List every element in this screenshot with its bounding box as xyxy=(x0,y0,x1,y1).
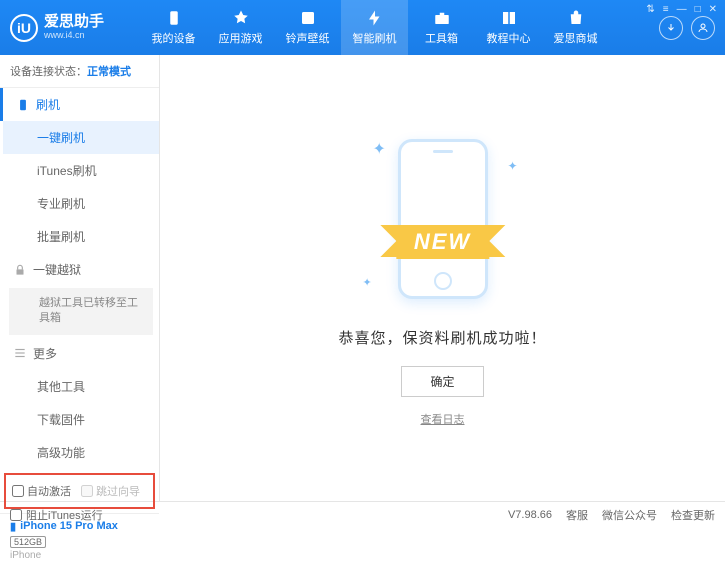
status-label: 设备连接状态： xyxy=(10,66,87,78)
nav-label: 工具箱 xyxy=(425,30,458,46)
main-content: ✦ ✦ ✦ NEW 恭喜您，保资料刷机成功啦！ 确定 查看日志 xyxy=(160,55,725,501)
nav-ringtone-wallpaper[interactable]: 铃声壁纸 xyxy=(274,0,341,55)
sidebar-item-pro-flash[interactable]: 专业刷机 xyxy=(3,187,159,220)
app-logo: iU 爱思助手 www.i4.cn xyxy=(10,14,140,42)
version-label: V7.98.66 xyxy=(508,509,552,521)
support-link[interactable]: 客服 xyxy=(566,507,588,523)
block-itunes-checkbox[interactable] xyxy=(10,509,22,521)
wechat-link[interactable]: 微信公众号 xyxy=(602,507,657,523)
block-itunes-option[interactable]: 阻止iTunes运行 xyxy=(10,507,103,523)
nav-label: 应用游戏 xyxy=(219,30,263,46)
menu-icon[interactable]: ≡ xyxy=(663,4,669,15)
nav-toolbox[interactable]: 工具箱 xyxy=(408,0,475,55)
sidebar-section-more[interactable]: 更多 xyxy=(3,337,159,370)
sidebar-item-oneclick-flash[interactable]: 一键刷机 xyxy=(3,121,159,154)
device-type: iPhone xyxy=(10,550,149,561)
sidebar-item-advanced[interactable]: 高级功能 xyxy=(3,436,159,469)
logo-badge-icon: iU xyxy=(10,14,38,42)
sidebar-item-other-tools[interactable]: 其他工具 xyxy=(3,370,159,403)
nav-smart-flash[interactable]: 智能刷机 xyxy=(341,0,408,55)
nav-tutorials[interactable]: 教程中心 xyxy=(475,0,542,55)
sidebar: 设备连接状态：正常模式 刷机 一键刷机 iTunes刷机 专业刷机 批量刷机 一… xyxy=(0,55,160,501)
nav-label: 智能刷机 xyxy=(353,30,397,46)
status-mode: 正常模式 xyxy=(87,66,131,78)
wallpaper-icon xyxy=(299,9,317,27)
download-button[interactable] xyxy=(659,16,683,40)
user-button[interactable] xyxy=(691,16,715,40)
sidebar-item-download-firmware[interactable]: 下载固件 xyxy=(3,403,159,436)
nav-my-device[interactable]: 我的设备 xyxy=(140,0,207,55)
options-highlight-box: 自动激活 跳过向导 xyxy=(4,473,155,509)
wifi-icon[interactable]: ⇅ xyxy=(646,4,654,15)
checkbox-skip-guide[interactable]: 跳过向导 xyxy=(81,483,140,499)
device-icon xyxy=(165,9,183,27)
check-update-link[interactable]: 检查更新 xyxy=(671,507,715,523)
phone-icon xyxy=(16,98,30,112)
main-nav: 我的设备 应用游戏 铃声壁纸 智能刷机 工具箱 教程中心 爱思商城 xyxy=(140,0,659,55)
nav-store[interactable]: 爱思商城 xyxy=(542,0,609,55)
app-header: iU 爱思助手 www.i4.cn 我的设备 应用游戏 铃声壁纸 智能刷机 工具… xyxy=(0,0,725,55)
section-title: 一键越狱 xyxy=(33,261,81,278)
apps-icon xyxy=(232,9,250,27)
sparkle-icon: ✦ xyxy=(507,159,517,173)
success-illustration: ✦ ✦ ✦ NEW xyxy=(353,129,533,309)
success-message: 恭喜您，保资料刷机成功啦！ xyxy=(338,327,546,348)
sidebar-item-itunes-flash[interactable]: iTunes刷机 xyxy=(3,154,159,187)
jailbreak-note: 越狱工具已转移至工具箱 xyxy=(9,288,153,335)
sidebar-section-jailbreak[interactable]: 一键越狱 xyxy=(3,253,159,286)
list-icon xyxy=(13,346,27,360)
lock-icon xyxy=(13,263,27,277)
checkbox-label: 跳过向导 xyxy=(96,483,140,499)
sparkle-icon: ✦ xyxy=(363,276,372,289)
maximize-icon[interactable]: □ xyxy=(695,4,701,15)
toolbox-icon xyxy=(433,9,451,27)
sparkle-icon: ✦ xyxy=(373,139,386,159)
flash-icon xyxy=(366,9,384,27)
device-status: 设备连接状态：正常模式 xyxy=(0,55,159,88)
skip-guide-checkbox xyxy=(81,485,93,497)
minimize-icon[interactable]: ― xyxy=(677,4,687,15)
sidebar-item-batch-flash[interactable]: 批量刷机 xyxy=(3,220,159,253)
auto-activate-checkbox[interactable] xyxy=(12,485,24,497)
nav-label: 教程中心 xyxy=(487,30,531,46)
checkbox-auto-activate[interactable]: 自动激活 xyxy=(12,483,71,499)
sidebar-section-flash[interactable]: 刷机 xyxy=(0,88,159,121)
nav-label: 我的设备 xyxy=(152,30,196,46)
store-icon xyxy=(567,9,585,27)
phone-illustration xyxy=(398,139,488,299)
view-log-link[interactable]: 查看日志 xyxy=(421,411,465,427)
nav-apps-games[interactable]: 应用游戏 xyxy=(207,0,274,55)
checkbox-label: 自动激活 xyxy=(27,483,71,499)
new-ribbon: NEW xyxy=(396,225,489,259)
book-icon xyxy=(500,9,518,27)
ok-button[interactable]: 确定 xyxy=(401,366,483,397)
app-url: www.i4.cn xyxy=(44,31,104,41)
nav-label: 爱思商城 xyxy=(554,30,598,46)
device-storage-badge: 512GB xyxy=(10,536,46,548)
section-title: 更多 xyxy=(33,345,57,362)
nav-label: 铃声壁纸 xyxy=(286,30,330,46)
section-title: 刷机 xyxy=(36,96,60,113)
block-itunes-label: 阻止iTunes运行 xyxy=(26,507,103,523)
close-icon[interactable]: ✕ xyxy=(709,4,717,15)
app-title: 爱思助手 xyxy=(44,14,104,31)
